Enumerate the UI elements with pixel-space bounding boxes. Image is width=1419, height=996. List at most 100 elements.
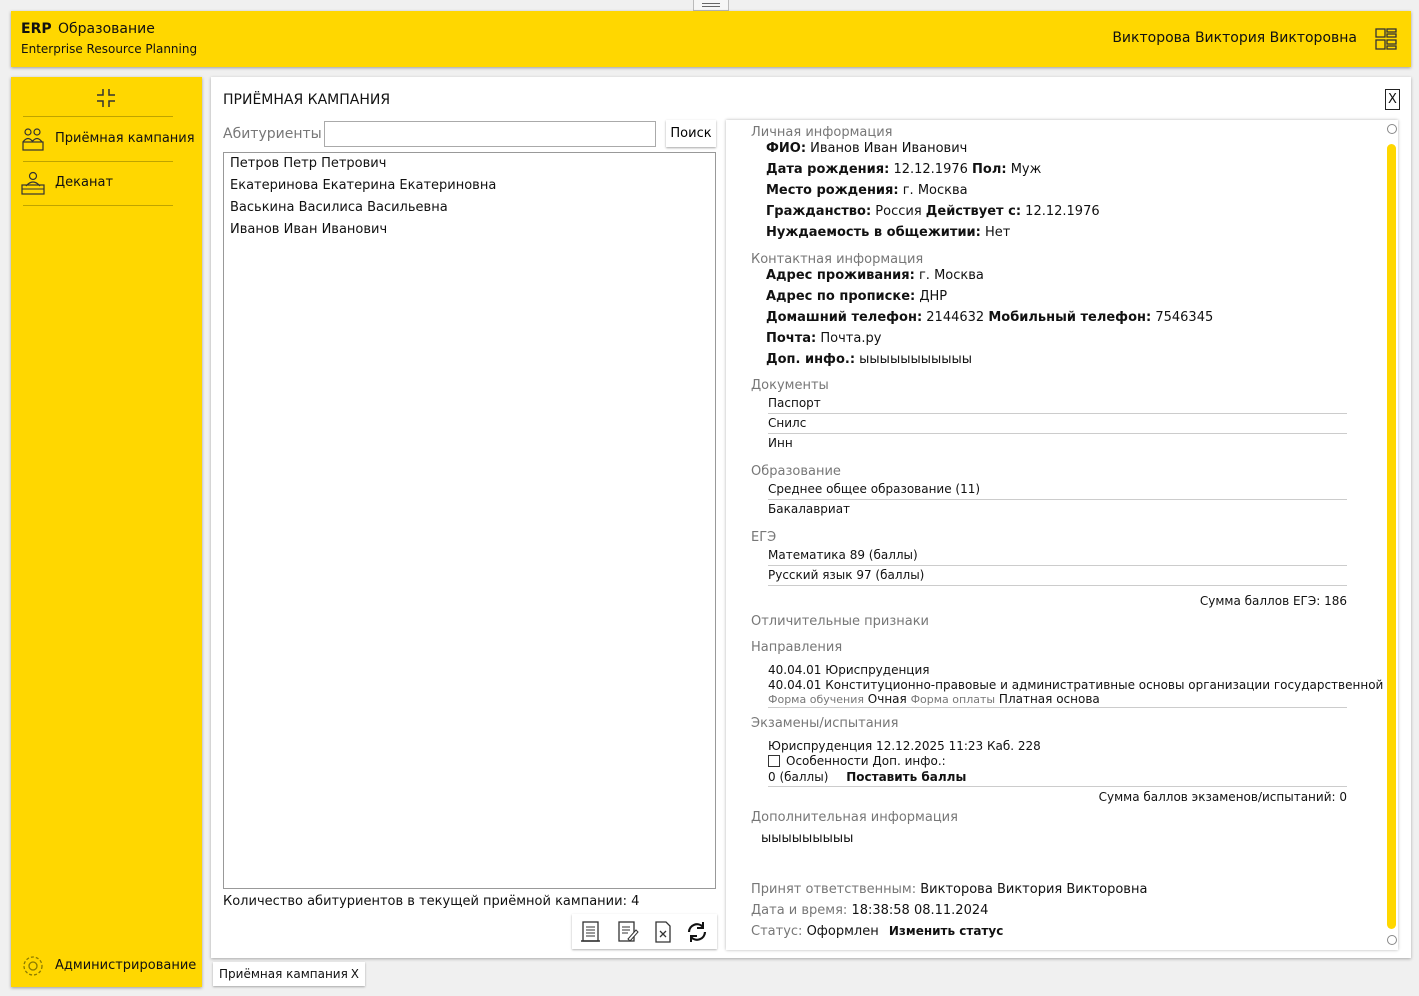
list-item[interactable]: Екатеринова Екатерина Екатериновна: [224, 175, 715, 197]
status-value: Оформлен: [806, 924, 879, 939]
fio-row: ФИО: Иванов Иван Иванович: [766, 141, 967, 156]
applicants-count: Количество абитуриентов в текущей приёмн…: [223, 894, 640, 909]
sidebar-item-label: Деканат: [55, 175, 114, 190]
tab-label: Приёмная кампания: [219, 967, 348, 981]
list-toolbar: [572, 914, 717, 949]
valid-label: Действует с:: [925, 204, 1022, 219]
sex-value: Муж: [1010, 162, 1042, 177]
fio-label: ФИО:: [766, 141, 807, 156]
address-label: Адрес проживания:: [766, 268, 915, 283]
tab-close-button[interactable]: X: [351, 967, 359, 981]
collapse-icon[interactable]: [95, 87, 117, 109]
scrollbar[interactable]: [1386, 120, 1398, 950]
scroll-up-icon[interactable]: [1387, 124, 1397, 134]
list-doc-icon[interactable]: [578, 919, 604, 945]
section-distinctions: Отличительные признаки: [751, 614, 930, 629]
address-value: г. Москва: [918, 268, 984, 283]
change-status-button[interactable]: Изменить статус: [889, 924, 1003, 938]
main-panel: ПРИЁМНАЯ КАМПАНИЯ X Абитуриенты Поиск Пе…: [211, 77, 1411, 958]
search-input[interactable]: [324, 121, 656, 147]
features-label: Особенности: [786, 754, 869, 768]
exam-features-row: Особенности Доп. инфо.:: [768, 754, 946, 768]
valid-value: 12.12.1976: [1025, 204, 1100, 219]
exam-extra-label: Доп. инфо.:: [872, 754, 946, 768]
list-item[interactable]: Петров Петр Петрович: [224, 153, 715, 175]
ege-sum: Сумма баллов ЕГЭ: 186: [1199, 594, 1347, 608]
dorm-label: Нуждаемость в общежитии:: [766, 225, 981, 240]
section-education: Образование: [751, 464, 841, 479]
dorm-value: Нет: [985, 225, 1011, 240]
app-subtitle: Enterprise Resource Planning: [21, 42, 198, 56]
mobile-phone-label: Мобильный телефон:: [988, 310, 1152, 325]
list-item[interactable]: Инн: [768, 434, 1347, 454]
direction-line: 40.04.01 Конституционно-правовые и админ…: [768, 678, 1384, 692]
sidebar-item-deanery[interactable]: Деканат: [20, 165, 198, 201]
sidebar-item-label: Приёмная кампания: [55, 131, 195, 146]
current-user[interactable]: Викторова Виктория Викторовна: [1112, 30, 1357, 46]
address-row: Адрес проживания: г. Москва: [766, 268, 984, 283]
gear-icon: [23, 956, 43, 976]
edit-doc-icon[interactable]: [614, 919, 640, 945]
datetime-row: Дата и время: 18:38:58 08.11.2024: [751, 903, 988, 918]
citizen-row: Гражданство: Россия Действует с: 12.12.1…: [766, 204, 1100, 219]
registration-row: Адрес по прописке: ДНР: [766, 289, 947, 304]
list-item[interactable]: Среднее общее образование (11): [768, 480, 1347, 500]
place-label: Место рождения:: [766, 183, 899, 198]
window-grip[interactable]: [693, 0, 729, 11]
close-button[interactable]: X: [1385, 89, 1400, 110]
email-row: Почта: Почта.ру: [766, 331, 881, 346]
accepted-row: Принят ответственным: Викторова Виктория…: [751, 882, 1147, 897]
email-value: Почта.ру: [820, 331, 882, 346]
exam-score: 0 (баллы): [768, 770, 829, 784]
home-phone-value: 2144632: [926, 310, 985, 325]
app-header: ERP Образование Enterprise Resource Plan…: [11, 11, 1411, 67]
extra-info-row: Доп. инфо.: ыыыыыыыыыыы: [766, 352, 972, 367]
set-scores-button[interactable]: Поставить баллы: [846, 770, 966, 784]
birth-label: Дата рождения:: [766, 162, 890, 177]
mobile-phone-value: 7546345: [1155, 310, 1214, 325]
delete-doc-icon[interactable]: [650, 919, 676, 945]
home-phone-label: Домашний телефон:: [766, 310, 923, 325]
fio-value: Иванов Иван Иванович: [810, 141, 968, 156]
list-item[interactable]: Паспорт: [768, 394, 1347, 414]
phones-row: Домашний телефон: 2144632 Мобильный теле…: [766, 310, 1213, 325]
sex-label: Пол:: [972, 162, 1007, 177]
refresh-icon[interactable]: [684, 919, 710, 945]
tab-admission[interactable]: Приёмная кампания X: [213, 962, 365, 986]
search-label: Абитуриенты: [223, 126, 322, 142]
applicants-list: Петров Петр Петрович Екатеринова Екатери…: [223, 152, 716, 889]
sidebar-divider: [23, 161, 173, 162]
applicants-icon: [22, 128, 44, 151]
sidebar-divider: [23, 116, 173, 117]
payment-label: Форма оплаты: [910, 693, 996, 706]
payment-value: Платная основа: [998, 692, 1100, 706]
list-item[interactable]: Русский язык 97 (баллы): [768, 566, 1347, 586]
features-checkbox[interactable]: [768, 755, 780, 767]
registration-value: ДНР: [919, 289, 948, 304]
section-personal: Личная информация: [751, 125, 893, 140]
module-name: Образование: [58, 21, 155, 37]
direction-form-row: Форма обучения Очная Форма оплаты Платна…: [768, 692, 1347, 708]
place-value: г. Москва: [902, 183, 968, 198]
sidebar-item-admin[interactable]: Администрирование: [20, 948, 198, 984]
scroll-thumb[interactable]: [1387, 144, 1396, 929]
deanery-icon: [21, 171, 45, 195]
section-documents: Документы: [751, 378, 829, 393]
scroll-down-icon[interactable]: [1387, 935, 1397, 945]
sidebar-item-admission[interactable]: Приёмная кампания: [20, 121, 198, 157]
additional-text: ыыыыыыыыы: [761, 831, 854, 846]
list-item[interactable]: Бакалавриат: [768, 500, 1347, 520]
accepted-value: Викторова Виктория Викторовна: [920, 882, 1148, 897]
status-row: Статус: Оформлен Изменить статус: [751, 924, 1003, 939]
list-item[interactable]: Математика 89 (баллы): [768, 546, 1347, 566]
list-item[interactable]: Иванов Иван Иванович: [224, 219, 715, 241]
list-item[interactable]: Васькина Василиса Васильевна: [224, 197, 715, 219]
birth-value: 12.12.1976: [893, 162, 968, 177]
place-row: Место рождения: г. Москва: [766, 183, 968, 198]
dashboard-icon[interactable]: [1375, 28, 1397, 50]
section-ege: ЕГЭ: [751, 530, 777, 545]
list-item[interactable]: Снилс: [768, 414, 1347, 434]
accepted-label: Принят ответственным:: [751, 882, 917, 897]
search-button[interactable]: Поиск: [666, 120, 716, 147]
app-short-name: ERP: [21, 21, 52, 37]
